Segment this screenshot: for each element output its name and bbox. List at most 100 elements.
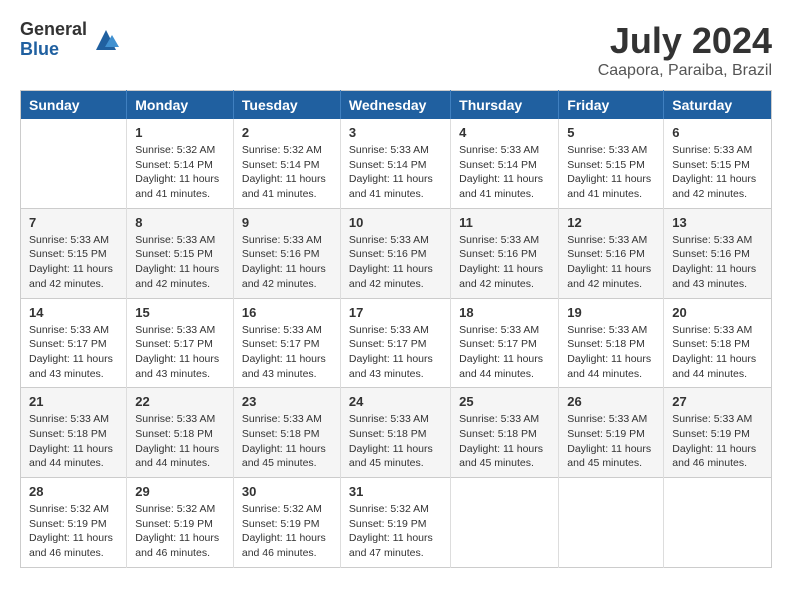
calendar-cell: 9 Sunrise: 5:33 AM Sunset: 5:16 PM Daylig… bbox=[233, 208, 340, 298]
calendar-body: 1Sunrise: 5:32 AM Sunset: 5:14 PM Daylig… bbox=[21, 119, 772, 567]
calendar-header: SundayMondayTuesdayWednesdayThursdayFrid… bbox=[21, 91, 772, 120]
calendar-cell: 22 Sunrise: 5:33 AM Sunset: 5:18 PM Dayli… bbox=[127, 388, 234, 478]
day-info: Sunrise: 5:33 AM Sunset: 5:18 PM Dayligh… bbox=[135, 412, 225, 471]
day-number: 31 bbox=[349, 484, 442, 499]
day-number: 19 bbox=[567, 305, 655, 320]
day-number: 27 bbox=[672, 394, 763, 409]
day-number: 5 bbox=[567, 125, 655, 140]
day-info: Sunrise: 5:33 AM Sunset: 5:18 PM Dayligh… bbox=[459, 412, 550, 471]
calendar-cell: 13Sunrise: 5:33 AM Sunset: 5:16 PM Dayli… bbox=[664, 208, 772, 298]
day-number: 4 bbox=[459, 125, 550, 140]
calendar-cell: 29Sunrise: 5:32 AM Sunset: 5:19 PM Dayli… bbox=[127, 478, 234, 568]
weekday-header: Friday bbox=[559, 91, 664, 120]
day-info: Sunrise: 5:33 AM Sunset: 5:19 PM Dayligh… bbox=[672, 412, 763, 471]
day-info: Sunrise: 5:32 AM Sunset: 5:14 PM Dayligh… bbox=[135, 143, 225, 202]
calendar-cell: 4 Sunrise: 5:33 AM Sunset: 5:14 PM Daylig… bbox=[451, 119, 559, 208]
day-number: 10 bbox=[349, 215, 442, 230]
calendar-week-row: 21Sunrise: 5:33 AM Sunset: 5:18 PM Dayli… bbox=[21, 388, 772, 478]
day-number: 18 bbox=[459, 305, 550, 320]
day-info: Sunrise: 5:33 AM Sunset: 5:17 PM Dayligh… bbox=[459, 323, 550, 382]
calendar-week-row: 28 Sunrise: 5:32 AM Sunset: 5:19 PM Dayli… bbox=[21, 478, 772, 568]
logo-text: General Blue bbox=[20, 20, 87, 60]
weekday-header: Thursday bbox=[451, 91, 559, 120]
title-area: July 2024 Caapora, Paraiba, Brazil bbox=[598, 20, 772, 80]
day-info: Sunrise: 5:33 AM Sunset: 5:14 PM Dayligh… bbox=[459, 143, 550, 202]
calendar-cell: 17 Sunrise: 5:33 AM Sunset: 5:17 PM Dayli… bbox=[340, 298, 450, 388]
day-info: Sunrise: 5:32 AM Sunset: 5:19 PM Dayligh… bbox=[242, 502, 332, 561]
day-number: 11 bbox=[459, 215, 550, 230]
calendar-week-row: 7 Sunrise: 5:33 AM Sunset: 5:15 PM Daylig… bbox=[21, 208, 772, 298]
calendar-week-row: 14 Sunrise: 5:33 AM Sunset: 5:17 PM Dayli… bbox=[21, 298, 772, 388]
day-number: 8 bbox=[135, 215, 225, 230]
calendar-cell: 21Sunrise: 5:33 AM Sunset: 5:18 PM Dayli… bbox=[21, 388, 127, 478]
day-number: 15 bbox=[135, 305, 225, 320]
calendar-cell: 27 Sunrise: 5:33 AM Sunset: 5:19 PM Dayli… bbox=[664, 388, 772, 478]
logo-icon bbox=[91, 25, 121, 55]
calendar-cell bbox=[451, 478, 559, 568]
calendar-cell: 31 Sunrise: 5:32 AM Sunset: 5:19 PM Dayli… bbox=[340, 478, 450, 568]
calendar-cell: 3 Sunrise: 5:33 AM Sunset: 5:14 PM Daylig… bbox=[340, 119, 450, 208]
location: Caapora, Paraiba, Brazil bbox=[598, 62, 772, 80]
day-info: Sunrise: 5:33 AM Sunset: 5:18 PM Dayligh… bbox=[567, 323, 655, 382]
calendar-cell: 10Sunrise: 5:33 AM Sunset: 5:16 PM Dayli… bbox=[340, 208, 450, 298]
day-info: Sunrise: 5:33 AM Sunset: 5:18 PM Dayligh… bbox=[29, 412, 118, 471]
calendar-cell: 26Sunrise: 5:33 AM Sunset: 5:19 PM Dayli… bbox=[559, 388, 664, 478]
calendar-cell: 8 Sunrise: 5:33 AM Sunset: 5:15 PM Daylig… bbox=[127, 208, 234, 298]
day-number: 7 bbox=[29, 215, 118, 230]
day-info: Sunrise: 5:33 AM Sunset: 5:17 PM Dayligh… bbox=[29, 323, 118, 382]
calendar-cell: 14 Sunrise: 5:33 AM Sunset: 5:17 PM Dayli… bbox=[21, 298, 127, 388]
day-info: Sunrise: 5:32 AM Sunset: 5:19 PM Dayligh… bbox=[349, 502, 442, 561]
calendar-cell: 23 Sunrise: 5:33 AM Sunset: 5:18 PM Dayli… bbox=[233, 388, 340, 478]
logo: General Blue bbox=[20, 20, 121, 60]
day-number: 12 bbox=[567, 215, 655, 230]
calendar-cell: 20 Sunrise: 5:33 AM Sunset: 5:18 PM Dayli… bbox=[664, 298, 772, 388]
day-number: 3 bbox=[349, 125, 442, 140]
day-info: Sunrise: 5:33 AM Sunset: 5:18 PM Dayligh… bbox=[672, 323, 763, 382]
day-number: 25 bbox=[459, 394, 550, 409]
calendar-cell: 2 Sunrise: 5:32 AM Sunset: 5:14 PM Daylig… bbox=[233, 119, 340, 208]
day-info: Sunrise: 5:33 AM Sunset: 5:16 PM Dayligh… bbox=[567, 233, 655, 292]
day-info: Sunrise: 5:33 AM Sunset: 5:17 PM Dayligh… bbox=[242, 323, 332, 382]
calendar-cell: 18 Sunrise: 5:33 AM Sunset: 5:17 PM Dayli… bbox=[451, 298, 559, 388]
calendar-cell: 11Sunrise: 5:33 AM Sunset: 5:16 PM Dayli… bbox=[451, 208, 559, 298]
weekday-header: Wednesday bbox=[340, 91, 450, 120]
calendar-cell: 7Sunrise: 5:33 AM Sunset: 5:15 PM Daylig… bbox=[21, 208, 127, 298]
day-number: 29 bbox=[135, 484, 225, 499]
calendar-cell: 25 Sunrise: 5:33 AM Sunset: 5:18 PM Dayli… bbox=[451, 388, 559, 478]
day-info: Sunrise: 5:32 AM Sunset: 5:14 PM Dayligh… bbox=[242, 143, 332, 202]
calendar-cell: 5 Sunrise: 5:33 AM Sunset: 5:15 PM Daylig… bbox=[559, 119, 664, 208]
day-info: Sunrise: 5:32 AM Sunset: 5:19 PM Dayligh… bbox=[29, 502, 118, 561]
calendar-cell bbox=[21, 119, 127, 208]
day-info: Sunrise: 5:33 AM Sunset: 5:18 PM Dayligh… bbox=[242, 412, 332, 471]
day-info: Sunrise: 5:33 AM Sunset: 5:18 PM Dayligh… bbox=[349, 412, 442, 471]
logo-blue: Blue bbox=[20, 40, 87, 60]
day-info: Sunrise: 5:33 AM Sunset: 5:14 PM Dayligh… bbox=[349, 143, 442, 202]
day-number: 23 bbox=[242, 394, 332, 409]
day-number: 28 bbox=[29, 484, 118, 499]
logo-general: General bbox=[20, 20, 87, 40]
day-info: Sunrise: 5:33 AM Sunset: 5:17 PM Dayligh… bbox=[135, 323, 225, 382]
weekday-header: Saturday bbox=[664, 91, 772, 120]
calendar-cell: 6 Sunrise: 5:33 AM Sunset: 5:15 PM Daylig… bbox=[664, 119, 772, 208]
calendar-cell: 16 Sunrise: 5:33 AM Sunset: 5:17 PM Dayli… bbox=[233, 298, 340, 388]
calendar-week-row: 1Sunrise: 5:32 AM Sunset: 5:14 PM Daylig… bbox=[21, 119, 772, 208]
weekday-row: SundayMondayTuesdayWednesdayThursdayFrid… bbox=[21, 91, 772, 120]
calendar-cell bbox=[559, 478, 664, 568]
day-number: 16 bbox=[242, 305, 332, 320]
day-info: Sunrise: 5:33 AM Sunset: 5:15 PM Dayligh… bbox=[567, 143, 655, 202]
day-number: 17 bbox=[349, 305, 442, 320]
day-number: 14 bbox=[29, 305, 118, 320]
calendar-cell: 30Sunrise: 5:32 AM Sunset: 5:19 PM Dayli… bbox=[233, 478, 340, 568]
day-info: Sunrise: 5:33 AM Sunset: 5:15 PM Dayligh… bbox=[672, 143, 763, 202]
day-info: Sunrise: 5:33 AM Sunset: 5:15 PM Dayligh… bbox=[135, 233, 225, 292]
calendar-cell: 28 Sunrise: 5:32 AM Sunset: 5:19 PM Dayli… bbox=[21, 478, 127, 568]
day-info: Sunrise: 5:33 AM Sunset: 5:16 PM Dayligh… bbox=[242, 233, 332, 292]
calendar-cell: 19 Sunrise: 5:33 AM Sunset: 5:18 PM Dayli… bbox=[559, 298, 664, 388]
day-info: Sunrise: 5:33 AM Sunset: 5:17 PM Dayligh… bbox=[349, 323, 442, 382]
day-number: 9 bbox=[242, 215, 332, 230]
day-number: 22 bbox=[135, 394, 225, 409]
day-number: 6 bbox=[672, 125, 763, 140]
weekday-header: Sunday bbox=[21, 91, 127, 120]
day-number: 2 bbox=[242, 125, 332, 140]
day-number: 20 bbox=[672, 305, 763, 320]
